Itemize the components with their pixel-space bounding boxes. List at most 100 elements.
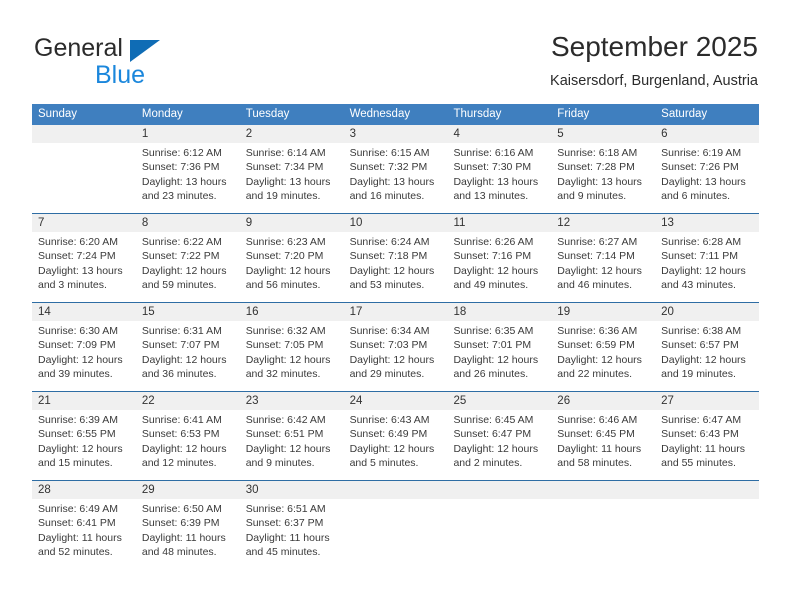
- day-number-25[interactable]: 25: [447, 392, 551, 410]
- day-number-8[interactable]: 8: [136, 214, 240, 232]
- daylight-text-line2: and 59 minutes.: [141, 279, 217, 292]
- logo-text-general: General: [34, 34, 123, 62]
- sunrise-text: Sunrise: 6:20 AM: [38, 236, 118, 248]
- sunrise-text: Sunrise: 6:27 AM: [557, 236, 638, 248]
- day-cell-29[interactable]: Sunrise: 6:50 AM Sunset: 6:39 PM Daylight:…: [136, 499, 240, 567]
- day-number-24[interactable]: 24: [344, 392, 448, 410]
- sunrise-text: Sunrise: 6:46 AM: [557, 414, 638, 426]
- day-number-6[interactable]: 6: [655, 125, 759, 143]
- sunrise-text: Sunrise: 6:22 AM: [141, 236, 222, 248]
- day-number-9[interactable]: 9: [240, 214, 344, 232]
- daylight-text-line1: Daylight: 12 hours: [661, 264, 746, 277]
- day-cell-28[interactable]: Sunrise: 6:49 AM Sunset: 6:41 PM Daylight:…: [32, 499, 136, 567]
- day-number-1[interactable]: 1: [136, 125, 240, 143]
- day-cell-empty: [344, 499, 448, 567]
- day-cell-18[interactable]: Sunrise: 6:35 AM Sunset: 7:01 PM Daylight:…: [447, 321, 551, 391]
- sunset-text: Sunset: 6:47 PM: [453, 428, 532, 441]
- day-cell-2[interactable]: Sunrise: 6:14 AM Sunset: 7:34 PM Daylight:…: [240, 143, 344, 213]
- daylight-text-line1: Daylight: 11 hours: [38, 531, 122, 544]
- day-number-19[interactable]: 19: [551, 303, 655, 321]
- day-number-23[interactable]: 23: [240, 392, 344, 410]
- daylight-text-line2: and 9 minutes.: [245, 457, 315, 470]
- daylight-text-line2: and 19 minutes.: [245, 190, 321, 203]
- daylight-text-line1: Daylight: 13 hours: [141, 175, 227, 188]
- day-number-4[interactable]: 4: [447, 125, 551, 143]
- day-cell-17[interactable]: Sunrise: 6:34 AM Sunset: 7:03 PM Daylight:…: [344, 321, 448, 391]
- day-cell-15[interactable]: Sunrise: 6:31 AM Sunset: 7:07 PM Daylight:…: [136, 321, 240, 391]
- daylight-text-line2: and 23 minutes.: [141, 190, 217, 203]
- day-cell-19[interactable]: Sunrise: 6:36 AM Sunset: 6:59 PM Daylight:…: [551, 321, 655, 391]
- day-cell-7[interactable]: Sunrise: 6:20 AM Sunset: 7:24 PM Daylight:…: [32, 232, 136, 302]
- sunrise-text: Sunrise: 6:24 AM: [349, 236, 430, 248]
- day-cell-30[interactable]: Sunrise: 6:51 AM Sunset: 6:37 PM Daylight:…: [240, 499, 344, 567]
- daylight-text-line2: and 46 minutes.: [557, 279, 633, 292]
- daylight-text-line1: Daylight: 12 hours: [453, 264, 539, 277]
- day-number-2[interactable]: 2: [240, 125, 344, 143]
- day-cell-12[interactable]: Sunrise: 6:27 AM Sunset: 7:14 PM Daylight:…: [551, 232, 655, 302]
- day-number-15[interactable]: 15: [136, 303, 240, 321]
- sunrise-text: Sunrise: 6:18 AM: [557, 147, 638, 159]
- day-cell-21[interactable]: Sunrise: 6:39 AM Sunset: 6:55 PM Daylight:…: [32, 410, 136, 480]
- weekday-header-wednesday: Wednesday: [349, 108, 411, 120]
- day-number-10[interactable]: 10: [344, 214, 448, 232]
- day-number-empty: [551, 481, 655, 499]
- day-number-22[interactable]: 22: [136, 392, 240, 410]
- day-cell-8[interactable]: Sunrise: 6:22 AM Sunset: 7:22 PM Daylight:…: [136, 232, 240, 302]
- day-cell-14[interactable]: Sunrise: 6:30 AM Sunset: 7:09 PM Daylight:…: [32, 321, 136, 391]
- daylight-text-line1: Daylight: 11 hours: [245, 531, 330, 544]
- day-cell-27[interactable]: Sunrise: 6:47 AM Sunset: 6:43 PM Daylight:…: [655, 410, 759, 480]
- day-cell-empty: [551, 499, 655, 567]
- day-cell-13[interactable]: Sunrise: 6:28 AM Sunset: 7:11 PM Daylight:…: [655, 232, 759, 302]
- daylight-text-line2: and 9 minutes.: [557, 190, 627, 203]
- day-number-5[interactable]: 5: [551, 125, 655, 143]
- day-number-13[interactable]: 13: [655, 214, 759, 232]
- day-number-17[interactable]: 17: [344, 303, 448, 321]
- calendar-week-row: 14 15 16 17 18 19 20 Sunrise: 6:30 AM Sunset: 7:…: [32, 302, 759, 391]
- day-cell-4[interactable]: Sunrise: 6:16 AM Sunset: 7:30 PM Daylight:…: [447, 143, 551, 213]
- daylight-text-line1: Daylight: 11 hours: [661, 442, 746, 455]
- daylight-text-line2: and 56 minutes.: [245, 279, 321, 292]
- sunset-text: Sunset: 6:37 PM: [245, 517, 324, 530]
- day-cell-5[interactable]: Sunrise: 6:18 AM Sunset: 7:28 PM Daylight:…: [551, 143, 655, 213]
- day-cell-23[interactable]: Sunrise: 6:42 AM Sunset: 6:51 PM Daylight:…: [240, 410, 344, 480]
- day-number-7[interactable]: 7: [32, 214, 136, 232]
- day-number-band: 21 22 23 24 25 26 27: [32, 392, 759, 410]
- day-cell-26[interactable]: Sunrise: 6:46 AM Sunset: 6:45 PM Daylight:…: [551, 410, 655, 480]
- day-cell-25[interactable]: Sunrise: 6:45 AM Sunset: 6:47 PM Daylight:…: [447, 410, 551, 480]
- sunrise-text: Sunrise: 6:30 AM: [38, 325, 118, 337]
- daylight-text-line1: Daylight: 12 hours: [661, 353, 746, 366]
- day-cell-11[interactable]: Sunrise: 6:26 AM Sunset: 7:16 PM Daylight:…: [447, 232, 551, 302]
- day-number-20[interactable]: 20: [655, 303, 759, 321]
- sunset-text: Sunset: 6:59 PM: [557, 339, 635, 352]
- day-number-11[interactable]: 11: [447, 214, 551, 232]
- sunset-text: Sunset: 6:53 PM: [141, 428, 220, 441]
- day-cell-10[interactable]: Sunrise: 6:24 AM Sunset: 7:18 PM Daylight:…: [344, 232, 448, 302]
- sunrise-text: Sunrise: 6:26 AM: [453, 236, 534, 248]
- day-number-12[interactable]: 12: [551, 214, 655, 232]
- day-number-27[interactable]: 27: [655, 392, 759, 410]
- sunset-text: Sunset: 6:57 PM: [661, 339, 739, 352]
- day-number-29[interactable]: 29: [136, 481, 240, 499]
- sunset-text: Sunset: 6:39 PM: [141, 517, 220, 530]
- day-cell-3[interactable]: Sunrise: 6:15 AM Sunset: 7:32 PM Daylight:…: [344, 143, 448, 213]
- sunrise-text: Sunrise: 6:39 AM: [38, 414, 118, 426]
- daylight-text-line2: and 19 minutes.: [661, 368, 736, 381]
- daylight-text-line1: Daylight: 11 hours: [557, 442, 642, 455]
- day-cell-16[interactable]: Sunrise: 6:32 AM Sunset: 7:05 PM Daylight:…: [240, 321, 344, 391]
- day-number-26[interactable]: 26: [551, 392, 655, 410]
- weekday-header-row: Sunday Monday Tuesday Wednesday Thursday Frid…: [32, 104, 759, 125]
- day-number-16[interactable]: 16: [240, 303, 344, 321]
- daylight-text-line1: Daylight: 13 hours: [557, 175, 642, 188]
- day-number-21[interactable]: 21: [32, 392, 136, 410]
- day-cell-24[interactable]: Sunrise: 6:43 AM Sunset: 6:49 PM Daylight:…: [344, 410, 448, 480]
- day-number-14[interactable]: 14: [32, 303, 136, 321]
- day-number-30[interactable]: 30: [240, 481, 344, 499]
- day-number-18[interactable]: 18: [447, 303, 551, 321]
- day-cell-20[interactable]: Sunrise: 6:38 AM Sunset: 6:57 PM Daylight:…: [655, 321, 759, 391]
- day-cell-1[interactable]: Sunrise: 6:12 AM Sunset: 7:36 PM Daylight:…: [136, 143, 240, 213]
- day-number-3[interactable]: 3: [344, 125, 448, 143]
- day-number-28[interactable]: 28: [32, 481, 136, 499]
- day-cell-9[interactable]: Sunrise: 6:23 AM Sunset: 7:20 PM Daylight:…: [240, 232, 344, 302]
- day-cell-6[interactable]: Sunrise: 6:19 AM Sunset: 7:26 PM Daylight:…: [655, 143, 759, 213]
- day-cell-22[interactable]: Sunrise: 6:41 AM Sunset: 6:53 PM Daylight:…: [136, 410, 240, 480]
